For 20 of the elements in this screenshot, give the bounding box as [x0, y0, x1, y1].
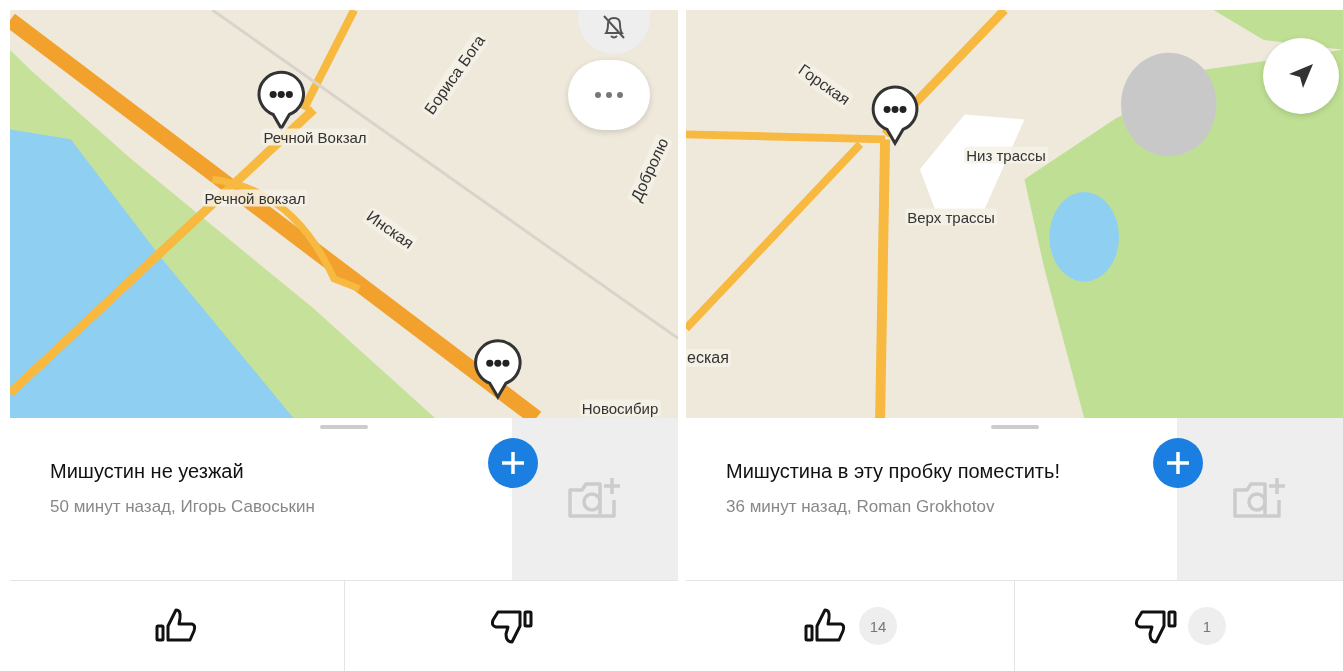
add-button[interactable] — [488, 438, 538, 488]
comment-meta: 50 минут назад, Игорь Савоськин — [50, 497, 316, 517]
muted-bell-icon — [601, 13, 627, 41]
place-label: Речной Вокзал — [261, 128, 369, 146]
plus-icon — [500, 450, 526, 476]
more-icon — [594, 91, 624, 99]
place-label: Верх трассы — [905, 208, 997, 226]
add-photo-button[interactable] — [512, 418, 678, 580]
place-label: Низ трассы — [964, 146, 1048, 164]
plus-icon — [1165, 450, 1191, 476]
place-label: Речной вокзал — [202, 189, 308, 207]
add-button[interactable] — [1153, 438, 1203, 488]
like-count: 14 — [859, 607, 897, 645]
comment-title: Мишустина в эту пробку поместить! — [726, 460, 1061, 483]
place-label: Новосибир — [579, 399, 661, 417]
dislike-count: 1 — [1188, 607, 1226, 645]
add-photo-button[interactable] — [1177, 418, 1343, 580]
comment-meta: 36 минут назад, Roman Grokhotov — [726, 497, 996, 517]
comment-title: Мишустин не уезжай — [50, 460, 245, 483]
street-label: еская — [686, 349, 731, 367]
